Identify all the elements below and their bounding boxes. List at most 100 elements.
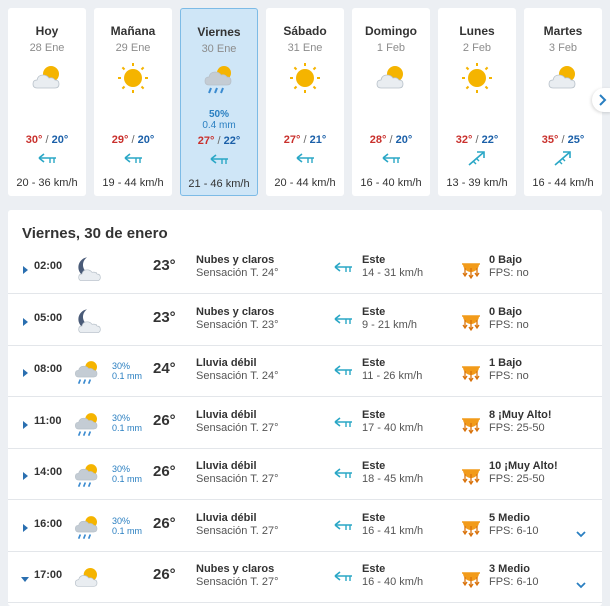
day-card[interactable]: Mañana 29 Ene 29° / 20° 19 - 44 km/h	[94, 8, 172, 196]
uv-sun-icon	[460, 512, 482, 538]
day-card[interactable]: Viernes 30 Ene 50% 0.4 mm 27° / 22° 21 - 46 k…	[180, 8, 258, 196]
hour-time: 17:00	[34, 569, 63, 581]
temp-separator: /	[558, 134, 568, 146]
day-date: 2 Feb	[462, 42, 492, 54]
wind-west-icon	[380, 150, 402, 166]
rain-probability: 30%	[112, 516, 131, 526]
rain-amount: 0.1 mm	[112, 474, 143, 484]
wind-west-icon	[36, 150, 58, 166]
hourly-panel: Viernes, 30 de enero 02:00 23° Nubes y cla…	[8, 210, 602, 606]
caret-right-icon[interactable]	[21, 368, 29, 378]
wind-direction: Este	[362, 460, 386, 472]
min-temp: 20°	[137, 134, 155, 146]
wind-west-icon	[122, 150, 144, 166]
day-temperatures: 28° / 20°	[352, 134, 430, 146]
hour-temperature: 26°	[153, 463, 176, 480]
day-name: Mañana	[110, 24, 156, 38]
uv-index: 1 Bajo	[489, 357, 523, 369]
hour-time: 16:00	[34, 518, 63, 530]
sun-rain-icon	[201, 61, 237, 97]
expand-button[interactable]	[575, 577, 587, 589]
wind-speed: 9 - 21 km/h	[362, 319, 418, 331]
row-toggle[interactable]	[21, 571, 29, 584]
sky-description: Lluvia débil	[196, 409, 257, 421]
temp-separator: /	[472, 134, 482, 146]
temp-separator: /	[214, 135, 224, 147]
row-toggle[interactable]	[21, 314, 29, 327]
max-temp: 32°	[455, 134, 473, 146]
hour-temperature: 26°	[153, 566, 176, 583]
hour-row[interactable]: 11:00 30% 0.1 mm 26° Lluvia débil Sensación T…	[8, 397, 602, 449]
next-days-button[interactable]	[592, 88, 610, 112]
caret-down-icon[interactable]	[21, 574, 29, 584]
hour-time: 11:00	[34, 415, 62, 427]
uv-sun-icon	[460, 563, 482, 589]
feels-like: Sensación T. 27°	[196, 422, 279, 434]
max-temp: 27°	[197, 135, 215, 147]
row-toggle[interactable]	[21, 417, 29, 430]
rain-probability: 30%	[112, 361, 131, 371]
max-temp: 27°	[283, 134, 301, 146]
caret-right-icon[interactable]	[21, 523, 29, 533]
hour-row[interactable]: 16:00 30% 0.1 mm 26° Lluvia débil Sensación T…	[8, 500, 602, 552]
hour-row[interactable]: 02:00 23° Nubes y claros Sensación T. 24° Es…	[8, 242, 602, 294]
hour-row[interactable]: 17:00 26° Nubes y claros Sensación T. 27° Es…	[8, 551, 602, 603]
hour-row[interactable]: 08:00 30% 0.1 mm 24° Lluvia débil Sensación T…	[8, 345, 602, 397]
feels-like: Sensación T. 27°	[196, 525, 279, 537]
sun-protection-factor: FPS: 6-10	[489, 576, 539, 588]
day-name: Martes	[543, 24, 583, 38]
hour-row[interactable]: 14:00 30% 0.1 mm 26° Lluvia débil Sensación T…	[8, 448, 602, 500]
caret-right-icon[interactable]	[21, 265, 29, 275]
feels-like: Sensación T. 27°	[196, 576, 279, 588]
sky-description: Lluvia débil	[196, 357, 257, 369]
sun-rain-icon	[72, 512, 102, 542]
forecast-strip: Hoy 28 Ene 30° / 20° 20 - 36 km/h Mañana 29 E…	[0, 0, 610, 200]
caret-right-icon[interactable]	[21, 471, 29, 481]
sun-rain-icon	[72, 460, 102, 490]
wind-direction: Este	[362, 512, 386, 524]
day-card[interactable]: Sábado 31 Ene 27° / 21° 20 - 44 km/h	[266, 8, 344, 196]
rain-probability: 30%	[112, 464, 131, 474]
partly-cloudy-icon	[29, 60, 65, 96]
uv-index: 3 Medio	[489, 563, 530, 575]
sun-protection-factor: FPS: no	[489, 319, 529, 331]
rain-amount: 0.1 mm	[112, 423, 143, 433]
row-toggle[interactable]	[21, 365, 29, 378]
wind-direction: Este	[362, 306, 386, 318]
chevron-down-icon	[576, 531, 586, 538]
wind-speed: 16 - 41 km/h	[362, 525, 424, 537]
caret-right-icon[interactable]	[21, 420, 29, 430]
expand-button[interactable]	[575, 526, 587, 538]
wind-west-icon	[332, 568, 354, 584]
partly-cloudy-icon	[373, 60, 409, 96]
max-temp: 28°	[369, 134, 387, 146]
min-temp: 25°	[567, 134, 585, 146]
sky-description: Lluvia débil	[196, 460, 257, 472]
sun-protection-factor: FPS: 25-50	[489, 473, 545, 485]
day-card[interactable]: Hoy 28 Ene 30° / 20° 20 - 36 km/h	[8, 8, 86, 196]
wind-speed: 16 - 44 km/h	[532, 177, 594, 189]
wind-speed: 20 - 36 km/h	[16, 177, 78, 189]
row-toggle[interactable]	[21, 520, 29, 533]
max-temp: 30°	[25, 134, 43, 146]
wind-direction: Este	[362, 254, 386, 266]
wind-speed: 11 - 26 km/h	[362, 370, 423, 382]
sky-description: Nubes y claros	[196, 563, 275, 575]
day-card[interactable]: Martes 3 Feb 35° / 25° 16 - 44 km/h	[524, 8, 602, 196]
wind-speed: 18 - 45 km/h	[362, 473, 424, 485]
row-toggle[interactable]	[21, 262, 29, 275]
wind-west-icon	[208, 151, 230, 167]
row-toggle[interactable]	[21, 468, 29, 481]
partly-cloudy-icon	[72, 563, 102, 593]
hour-row[interactable]: 05:00 23° Nubes y claros Sensación T. 23° Es…	[8, 294, 602, 346]
day-card[interactable]: Domingo 1 Feb 28° / 20° 16 - 40 km/h	[352, 8, 430, 196]
min-temp: 22°	[481, 134, 499, 146]
sun-protection-factor: FPS: 6-10	[489, 525, 539, 537]
day-card[interactable]: Lunes 2 Feb 32° / 22° 13 - 39 km/h	[438, 8, 516, 196]
max-temp: 29°	[111, 134, 129, 146]
caret-right-icon[interactable]	[21, 317, 29, 327]
min-temp: 20°	[395, 134, 413, 146]
sky-description: Nubes y claros	[196, 306, 275, 318]
moon-cloud-icon	[72, 254, 102, 284]
sun-icon	[115, 60, 151, 96]
